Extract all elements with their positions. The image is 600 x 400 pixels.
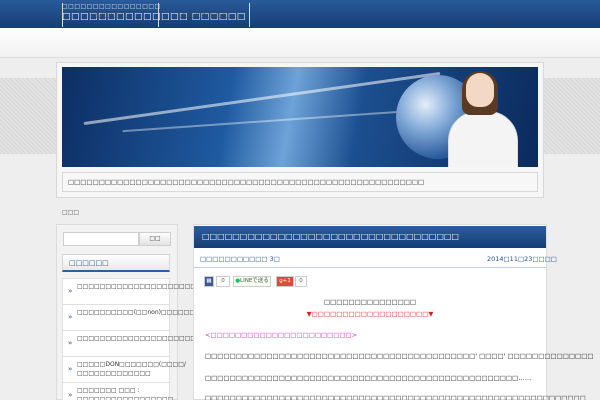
post-magenta-link[interactable]: <□□□□□□□□□□□□□□□□□□□□□□□> xyxy=(205,331,357,339)
light-streak xyxy=(83,71,441,126)
post-date: 2014□11□23□□□□ xyxy=(487,255,557,263)
nav-item-1[interactable]: □□□□□□ xyxy=(62,3,158,27)
chevron-right-icon: » xyxy=(68,339,73,347)
gplus-button[interactable]: g+1 xyxy=(276,276,294,287)
chevron-right-icon: » xyxy=(68,287,73,295)
sidebar-item[interactable]: » □□□□□DON□□□□□□□(□□□□/□□□□□□□□□□□□□ xyxy=(62,356,186,384)
post-title[interactable]: □□□□□□□□□□□□□□□□□□□□□□□□□□□□□□□□□□ xyxy=(194,226,546,248)
line-share-button[interactable]: ●LINEで送る xyxy=(233,276,271,287)
line-share-label: LINEで送る xyxy=(240,278,269,284)
share-count: 0 xyxy=(216,276,230,287)
post-paragraph: □□□□□□□□□□□□□□□□□□□□□□□□□□□□□□□□□□□□□□□□… xyxy=(205,374,532,382)
sidebar-item-label: □□□□□DON□□□□□□□(□□□□/□□□□□□□□□□□□□ xyxy=(77,361,186,377)
sidebar-item-label: □□□□□□□ □□□ : □□□□□□□□□□□□□□□□□ xyxy=(77,387,174,400)
breadcrumb[interactable]: □□□ xyxy=(62,209,79,216)
chevron-right-icon: » xyxy=(68,313,73,321)
post-paragraph: □□□□□□□□□□□□□□□□□□□□□□□□□□□□□□□□□□□□□□□□… xyxy=(205,352,594,360)
sidebar-heading: □□□□□□ xyxy=(62,254,170,272)
operator-body xyxy=(448,111,518,167)
sidebar-item[interactable]: » □□□□□□□□□□□□□□□□□□□□□□□□□□□□□□□□□ xyxy=(62,330,264,358)
search-input[interactable] xyxy=(63,232,139,246)
chevron-right-icon: » xyxy=(68,391,73,399)
share-icon[interactable]: ▦ xyxy=(204,276,214,287)
gplus-count: 0 xyxy=(295,276,307,287)
hero-caption: □□□□□□□□□□□□□□□□□□□□□□□□□□□□□□□□□□□□□□□□… xyxy=(68,178,425,186)
hero-banner-image xyxy=(62,67,538,167)
sidebar-item[interactable]: » □□□□□□□□□□(□□non)□□□□□□□□□□□□□□□□□ xyxy=(62,304,257,332)
chevron-right-icon: » xyxy=(68,365,73,373)
nav-bar xyxy=(0,28,600,58)
post-category-link[interactable]: □□□□□□□□□□□ 3□ xyxy=(200,255,280,263)
sidebar-item[interactable]: » □□□□□□□□□□□□□□□□□□□□□□□□□□□□ xyxy=(62,278,236,306)
operator-head xyxy=(466,73,494,107)
post-intro-line: □□□□□□□□□□□□□□□ xyxy=(323,298,417,306)
operator-photo xyxy=(438,71,522,167)
search-button[interactable]: □□ xyxy=(139,232,171,246)
nav-item-2[interactable]: □□□□□□□□ xyxy=(158,3,250,27)
post-highlight-line[interactable]: ▼□□□□□□□□□□□□□□□□□□□▼ xyxy=(194,310,546,318)
sidebar-item[interactable]: » □□□□□□□ □□□ : □□□□□□□□□□□□□□□□□ xyxy=(62,382,174,400)
post-paragraph: □□□□□□□□□□□□□□□□□□□□□□□□□□□□□□□□□□□□□□□□… xyxy=(205,394,586,400)
